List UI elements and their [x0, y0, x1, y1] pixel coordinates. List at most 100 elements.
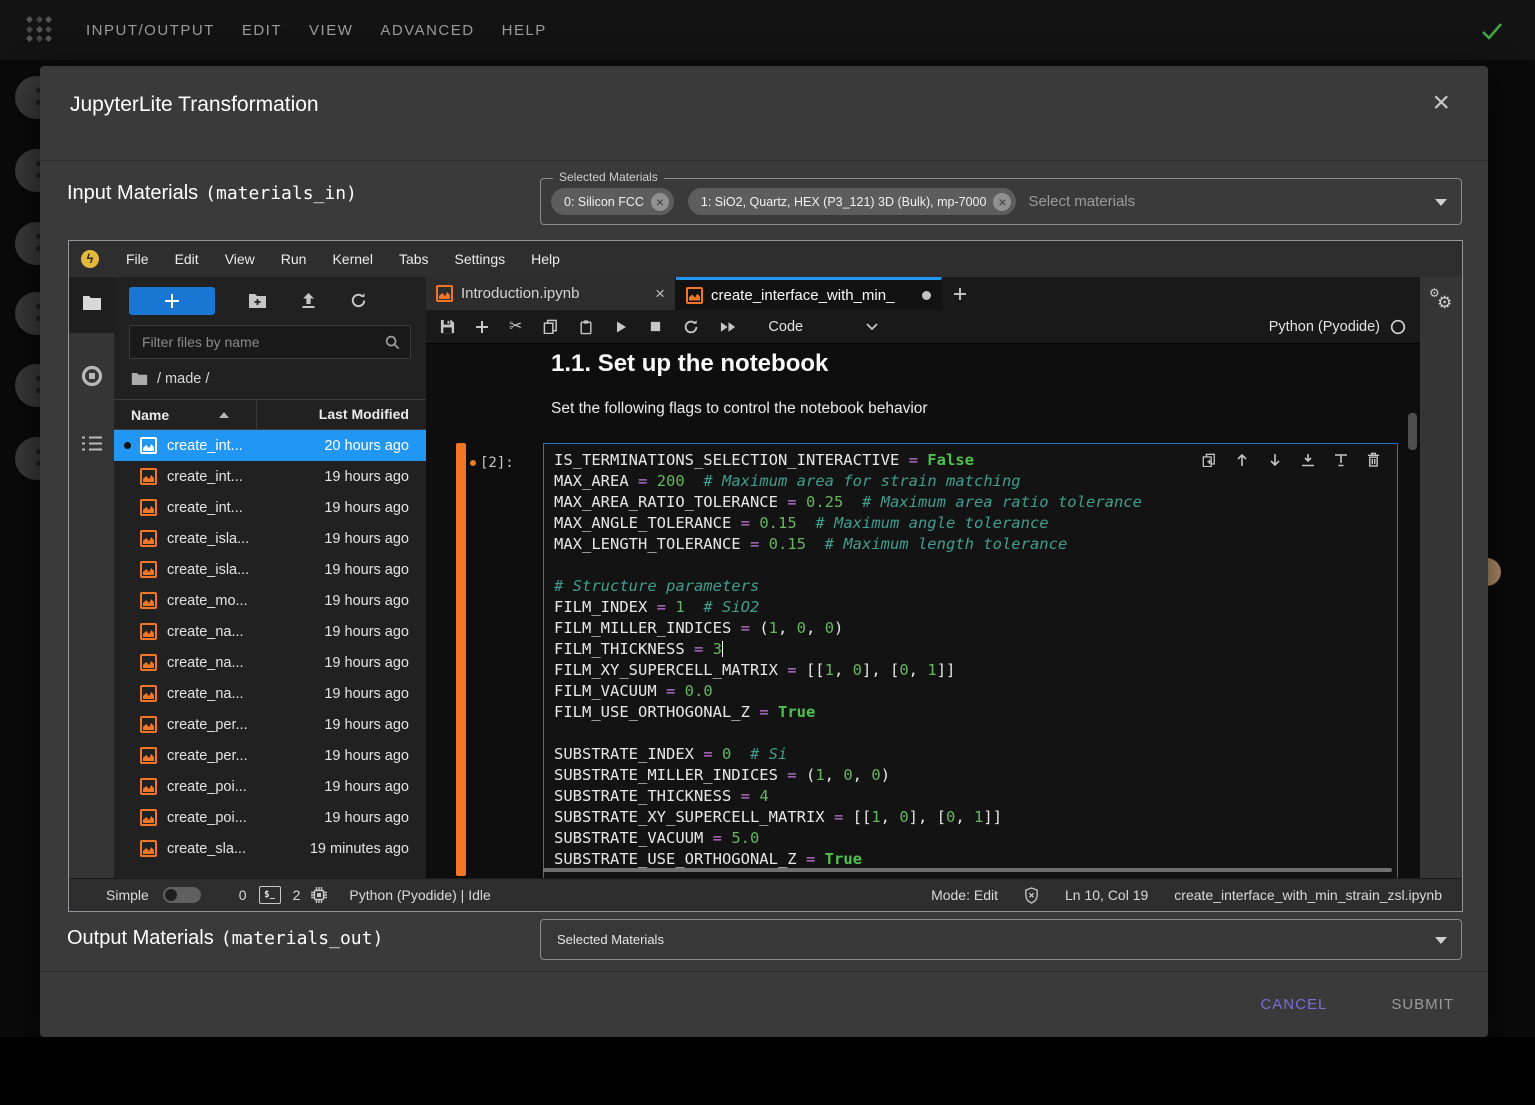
insert-cell-icon[interactable]: [476, 321, 488, 333]
jupyterlite-transformation-dialog: JupyterLite Transformation × Input Mater…: [40, 66, 1488, 1037]
code-cell-editor[interactable]: IS_TERMINATIONS_SELECTION_INTERACTIVE = …: [543, 443, 1398, 878]
run-all-cells-icon[interactable]: [720, 321, 737, 333]
appbar-menu-item[interactable]: VIEW: [309, 22, 353, 39]
notebook-tab[interactable]: create_interface_with_min_: [676, 277, 942, 310]
terminals-count[interactable]: 0: [239, 887, 247, 903]
notebook-tab[interactable]: Introduction.ipynb ×: [426, 277, 676, 310]
property-inspector-gears-icon[interactable]: ⚙ ⚙: [1429, 289, 1455, 315]
file-row[interactable]: create_na...19 hours ago: [114, 678, 426, 709]
appbar-menu-item[interactable]: INPUT/OUTPUT: [86, 22, 215, 39]
jupyter-menu-item[interactable]: Run: [268, 241, 320, 277]
column-header-name[interactable]: Name: [114, 407, 256, 423]
cursor-position[interactable]: Ln 10, Col 19: [1065, 887, 1148, 903]
code-line: [554, 723, 1387, 744]
code-line: SUBSTRATE_VACUUM = 5.0: [554, 828, 1387, 849]
material-chip[interactable]: 0: Silicon FCC×: [551, 188, 674, 215]
kernels-count[interactable]: 2: [293, 887, 301, 903]
file-row[interactable]: create_mo...19 hours ago: [114, 585, 426, 616]
cancel-button[interactable]: CANCEL: [1254, 995, 1333, 1014]
plus-icon: [165, 294, 179, 308]
jupyter-menu-item[interactable]: Settings: [442, 241, 519, 277]
file-row[interactable]: create_na...19 hours ago: [114, 616, 426, 647]
kernel-chip-icon[interactable]: [311, 887, 327, 903]
file-name: create_poi...: [167, 810, 247, 826]
tab-close-icon[interactable]: ×: [655, 284, 665, 304]
app-logo-icon[interactable]: [27, 17, 53, 43]
restart-kernel-icon[interactable]: [683, 319, 699, 335]
chip-remove-icon[interactable]: ×: [993, 193, 1011, 211]
cell-collapser-bar[interactable]: [456, 443, 466, 876]
delete-cell-icon[interactable]: [1367, 452, 1380, 467]
chevron-down-icon[interactable]: [1435, 199, 1447, 206]
file-row[interactable]: create_isla...19 hours ago: [114, 554, 426, 585]
output-materials-select[interactable]: Selected Materials: [540, 919, 1462, 960]
breadcrumb[interactable]: / made /: [114, 359, 426, 399]
code-line: MAX_LENGTH_TOLERANCE = 0.15 # Maximum le…: [554, 534, 1387, 555]
appbar-menu-item[interactable]: EDIT: [242, 22, 282, 39]
file-row[interactable]: create_isla...19 hours ago: [114, 523, 426, 554]
jupyter-menu-item[interactable]: Edit: [162, 241, 212, 277]
save-icon[interactable]: [440, 319, 455, 334]
new-folder-icon[interactable]: [248, 293, 267, 309]
horizontal-scrollbar[interactable]: [543, 868, 1392, 872]
file-browser-icon[interactable]: [82, 295, 102, 311]
selected-materials-field[interactable]: Selected Materials 0: Silicon FCC×1: SiO…: [540, 178, 1462, 225]
simple-mode-toggle[interactable]: [163, 887, 201, 903]
move-cell-up-icon[interactable]: [1235, 453, 1249, 467]
file-modified: 19 hours ago: [324, 562, 426, 578]
jupyter-menu-item[interactable]: View: [212, 241, 268, 277]
jupyter-menu-item[interactable]: Kernel: [319, 241, 385, 277]
file-row[interactable]: create_per...19 hours ago: [114, 740, 426, 771]
close-icon[interactable]: ×: [1432, 88, 1450, 118]
notebook-toolbar: ✂: [426, 310, 1420, 344]
tab-label: Introduction.ipynb: [461, 285, 647, 302]
duplicate-cell-icon[interactable]: [1202, 453, 1216, 467]
file-row[interactable]: create_na...19 hours ago: [114, 647, 426, 678]
trust-shield-icon[interactable]: [1024, 887, 1039, 904]
interrupt-kernel-icon[interactable]: [649, 320, 662, 333]
cut-cells-icon[interactable]: ✂: [509, 319, 522, 335]
move-cell-down-icon[interactable]: [1268, 453, 1282, 467]
material-chips: 0: Silicon FCC× 1: SiO2, Quartz, HEX (P3_…: [551, 188, 1016, 215]
table-of-contents-icon[interactable]: [81, 435, 103, 452]
appbar-menu-item[interactable]: ADVANCED: [380, 22, 474, 39]
file-row[interactable]: create_int...19 hours ago: [114, 461, 426, 492]
running-sessions-icon[interactable]: [81, 365, 103, 387]
column-header-last-modified[interactable]: Last Modified: [256, 400, 426, 429]
filter-files-input[interactable]: [140, 333, 384, 351]
success-check-icon: [1478, 17, 1506, 45]
run-cell-icon[interactable]: [614, 320, 628, 334]
editor-mode[interactable]: Mode: Edit: [931, 887, 998, 903]
section-heading: 1.1. Set up the notebook: [551, 350, 828, 378]
paste-cells-icon[interactable]: [579, 319, 593, 335]
chip-remove-icon[interactable]: ×: [651, 193, 669, 211]
cell-type-select[interactable]: Code: [768, 319, 803, 335]
copy-cells-icon[interactable]: [543, 319, 558, 334]
appbar-menu-item[interactable]: HELP: [502, 22, 547, 39]
vertical-scrollbar-thumb[interactable]: [1408, 413, 1417, 450]
new-launcher-button[interactable]: [129, 287, 215, 315]
file-row[interactable]: create_int...20 hours ago: [114, 430, 426, 461]
file-browser-toolbar: [114, 277, 426, 324]
file-row[interactable]: create_int...19 hours ago: [114, 492, 426, 523]
jupyter-menu-item[interactable]: File: [113, 241, 162, 277]
jupyter-menu-item[interactable]: Tabs: [386, 241, 442, 277]
select-materials-placeholder[interactable]: Select materials: [1028, 193, 1135, 210]
file-row[interactable]: create_poi...19 hours ago: [114, 771, 426, 802]
new-tab-button[interactable]: [942, 277, 978, 310]
kernel-name[interactable]: Python (Pyodide): [1269, 319, 1380, 335]
refresh-icon[interactable]: [350, 292, 367, 309]
insert-cell-above-icon[interactable]: [1301, 453, 1315, 467]
insert-cell-below-icon[interactable]: [1334, 453, 1348, 467]
chevron-down-icon[interactable]: [866, 323, 878, 331]
terminal-icon[interactable]: $_: [259, 886, 281, 904]
jupyter-menu-item[interactable]: Help: [518, 241, 573, 277]
file-row[interactable]: create_sla...19 minutes ago: [114, 833, 426, 864]
submit-button[interactable]: SUBMIT: [1385, 995, 1460, 1014]
file-row[interactable]: create_poi...19 hours ago: [114, 802, 426, 833]
upload-icon[interactable]: [300, 292, 317, 309]
file-row[interactable]: create_per...19 hours ago: [114, 709, 426, 740]
kernel-status-icon[interactable]: [1390, 319, 1406, 335]
kernel-status-text[interactable]: Python (Pyodide) | Idle: [349, 887, 490, 903]
material-chip[interactable]: 1: SiO2, Quartz, HEX (P3_121) 3D (Bulk),…: [688, 188, 1017, 215]
